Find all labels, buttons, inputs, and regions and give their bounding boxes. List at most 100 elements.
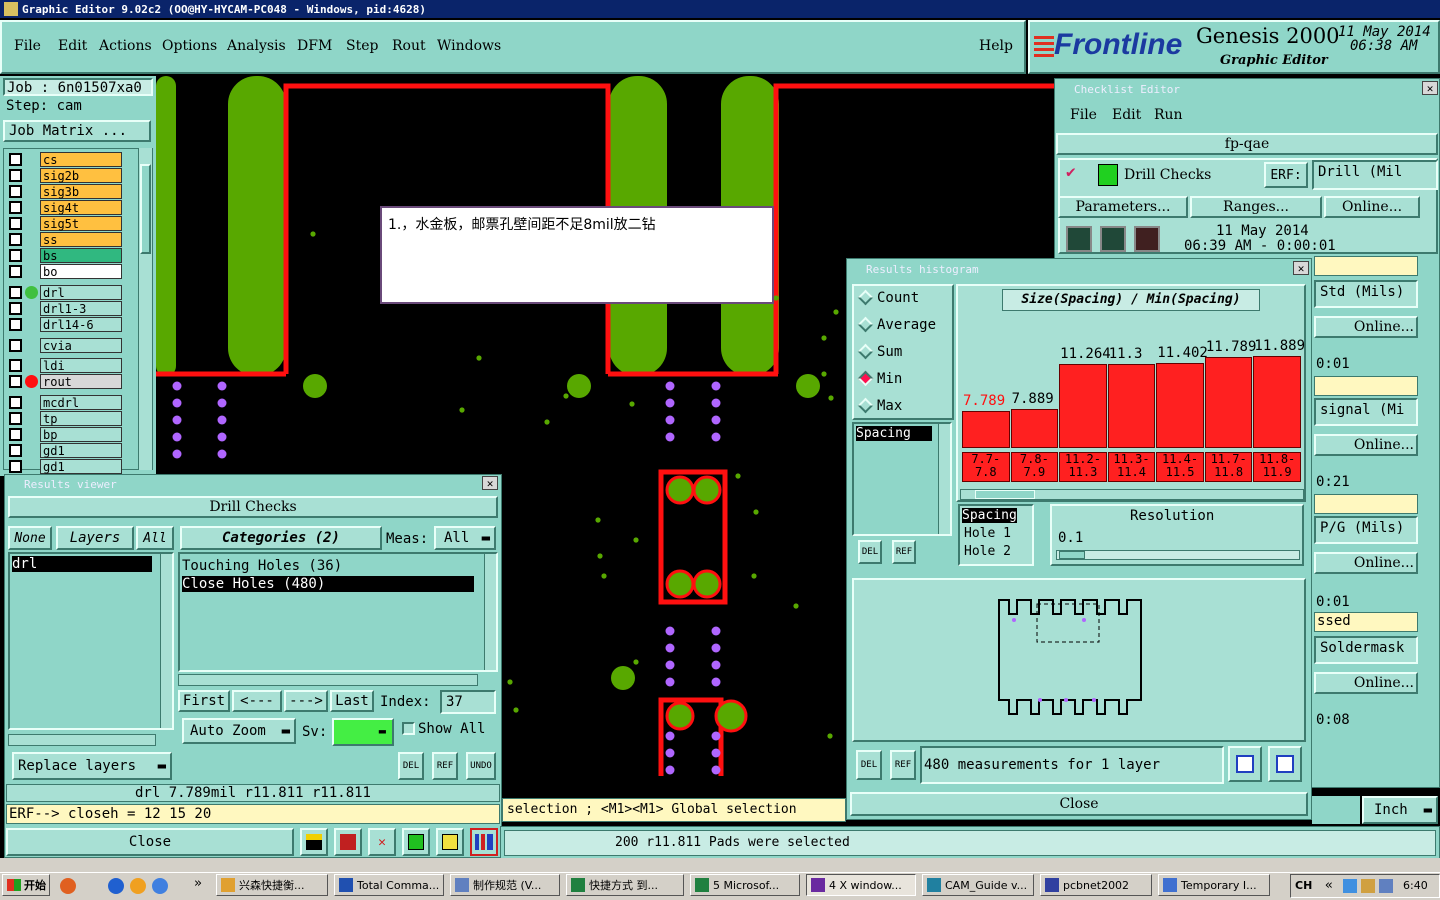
erf-field[interactable]: Drill (Mil [1312, 160, 1438, 190]
checklist-close-icon[interactable]: ✕ [1422, 81, 1438, 95]
histogram-close-icon[interactable]: ✕ [1293, 261, 1309, 275]
index-field[interactable]: 37 [440, 690, 496, 714]
layer-checkbox[interactable] [9, 428, 22, 441]
layer-name[interactable]: drl [40, 285, 122, 300]
results-close-button[interactable]: Close [6, 828, 294, 856]
layer-name[interactable]: sig5t [40, 216, 122, 231]
histogram-hscroll[interactable] [960, 489, 1304, 500]
layer-indicator-icon[interactable] [25, 412, 38, 425]
menu-dfm[interactable]: DFM [297, 38, 332, 54]
ranges-button[interactable]: Ranges... [1190, 196, 1322, 218]
layer-checkbox[interactable] [9, 412, 22, 425]
results-close-icon[interactable]: ✕ [482, 476, 498, 490]
menu-step[interactable]: Step [346, 38, 378, 54]
menu-actions[interactable]: Actions [99, 38, 152, 54]
zoom-out-icon[interactable] [1268, 746, 1302, 782]
layer-checkbox[interactable] [9, 233, 22, 246]
layer-checkbox[interactable] [9, 249, 22, 262]
layer-indicator-icon[interactable] [25, 249, 38, 262]
taskbar-item[interactable]: 快捷方式 到... [566, 874, 684, 896]
categories-tab[interactable]: Categories (2) [180, 526, 382, 550]
checkmark-icon[interactable]: ✔ [1066, 162, 1076, 181]
checklist-titlebar[interactable]: Checklist Editor [1056, 80, 1438, 98]
taskbar-item[interactable]: Temporary I... [1158, 874, 1270, 896]
clock[interactable]: 6:40 [1403, 879, 1428, 892]
layer-checkbox[interactable] [9, 286, 22, 299]
sv-dropdown[interactable]: ▬ [332, 718, 394, 746]
layer-name[interactable]: rout [40, 374, 122, 389]
taskbar-item[interactable]: 制作规范 (V... [450, 874, 560, 896]
layer-indicator-icon[interactable] [25, 339, 38, 352]
menu-help[interactable]: Help [979, 38, 1013, 54]
none-button[interactable]: None [8, 526, 52, 550]
online-button-2[interactable]: Online... [1314, 316, 1418, 338]
results-del-button[interactable]: DEL [398, 752, 424, 780]
auto-zoom-dropdown[interactable]: Auto Zoom ▬ [182, 718, 296, 744]
layer-indicator-icon[interactable] [25, 444, 38, 457]
layer-checkbox[interactable] [9, 318, 22, 331]
layers-tab[interactable]: Layers [56, 526, 134, 550]
menu-options[interactable]: Options [162, 38, 217, 54]
tool-icon-3[interactable]: ✕ [368, 828, 396, 856]
layer-name[interactable]: cvia [40, 338, 122, 353]
layer-indicator-icon[interactable] [25, 375, 38, 388]
layer-name[interactable]: drl14-6 [40, 317, 122, 332]
run-icon-3[interactable] [1134, 226, 1160, 252]
taskbar-item[interactable]: 5 Microsof... [690, 874, 800, 896]
layer-indicator-icon[interactable] [25, 153, 38, 166]
histogram-bar[interactable] [1059, 364, 1107, 448]
histogram-bar[interactable] [1156, 362, 1204, 448]
histogram-bar[interactable] [1107, 364, 1156, 448]
layer-indicator-icon[interactable] [25, 302, 38, 315]
resolution-slider-thumb[interactable] [1059, 551, 1085, 559]
layer-name[interactable]: ss [40, 232, 122, 247]
taskbar-item[interactable]: 兴森快捷衡... [216, 874, 328, 896]
last-button[interactable]: Last [330, 690, 374, 712]
window-titlebar[interactable]: Graphic Editor 9.02c2 (OO@HY-HYCAM-PC048… [0, 0, 1440, 18]
layer-result-item[interactable]: drl [12, 556, 152, 572]
histogram-close-button[interactable]: Close [850, 792, 1308, 816]
layer-name[interactable]: sig3b [40, 184, 122, 199]
scroll-thumb[interactable] [140, 164, 151, 254]
layer-name[interactable]: gd1 [40, 443, 122, 458]
all-button[interactable]: All [136, 526, 174, 550]
layer-checkbox[interactable] [9, 375, 22, 388]
next-button[interactable]: ---> [284, 690, 328, 712]
prev-button[interactable]: <--- [232, 690, 282, 712]
run-icon-2[interactable] [1100, 226, 1126, 252]
layer-name[interactable]: bs [40, 248, 122, 263]
layer-scrollbar[interactable] [138, 148, 152, 470]
layer-checkbox[interactable] [9, 359, 22, 372]
menu-edit[interactable]: Edit [58, 38, 87, 54]
tray-icon[interactable] [1343, 879, 1357, 893]
tray-icon[interactable] [1379, 879, 1393, 893]
layer-name[interactable]: bp [40, 427, 122, 442]
category-close-holes[interactable]: Close Holes (480) [182, 576, 474, 592]
layer-indicator-icon[interactable] [25, 460, 38, 473]
parameters-button[interactable]: Parameters... [1058, 196, 1188, 218]
histogram-bar[interactable] [962, 410, 1010, 448]
meas-dropdown[interactable]: All ▬ [434, 526, 496, 550]
layer-indicator-icon[interactable] [25, 201, 38, 214]
layer-indicator-icon[interactable] [25, 359, 38, 372]
menu-file[interactable]: File [14, 38, 41, 54]
online-button-4[interactable]: Online... [1314, 552, 1418, 574]
first-button[interactable]: First [178, 690, 230, 712]
layer-indicator-icon[interactable] [25, 428, 38, 441]
show-all-checkbox[interactable] [402, 722, 415, 735]
online-button-5[interactable]: Online... [1314, 672, 1418, 694]
resolution-slider[interactable] [1056, 550, 1300, 560]
layer-checkbox[interactable] [9, 169, 22, 182]
layer-indicator-icon[interactable] [25, 233, 38, 246]
layer-checkbox[interactable] [9, 339, 22, 352]
start-button[interactable]: 开始 [2, 874, 50, 896]
layer-indicator-icon[interactable] [25, 169, 38, 182]
taskbar-item[interactable]: 4 X window... [806, 874, 916, 896]
app-icon[interactable] [130, 878, 146, 894]
layer-checkbox[interactable] [9, 201, 22, 214]
histogram-del-button-2[interactable]: DEL [856, 750, 882, 780]
layer-checkbox[interactable] [9, 217, 22, 230]
tool-icon-5[interactable] [436, 828, 464, 856]
layer-checkbox[interactable] [9, 460, 22, 473]
layer-indicator-icon[interactable] [25, 286, 38, 299]
